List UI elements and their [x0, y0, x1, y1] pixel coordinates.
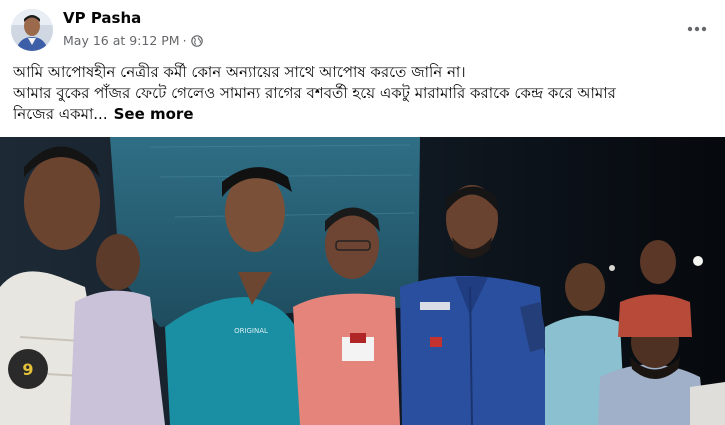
group-photo: 9 ORIGINAL — [0, 137, 725, 425]
see-more-link[interactable]: See more — [114, 105, 194, 123]
post-text-line: নিজের একমা... See more — [13, 104, 718, 125]
author-name[interactable]: VP Pasha — [63, 9, 141, 27]
post-header: VP Pasha May 16 at 9:12 PM · — [0, 0, 725, 56]
post-photo[interactable]: 9 ORIGINAL — [0, 137, 725, 425]
globe-icon[interactable] — [190, 34, 203, 47]
post-text-line: আমার বুকের পাঁজর ফেটে গেলেও সামান্য রাগে… — [13, 84, 616, 102]
post-text: আমি আপোষহীন নেত্রীর কর্মী কোন অন্যায়ের … — [13, 62, 718, 125]
post-text-truncated: নিজের একমা... — [13, 105, 108, 123]
author-avatar[interactable] — [11, 9, 53, 51]
post-timestamp[interactable]: May 16 at 9:12 PM — [63, 33, 180, 48]
more-options-button[interactable] — [680, 12, 714, 46]
meta-separator: · — [182, 33, 187, 48]
shirt-badge-number: 9 — [22, 360, 33, 379]
post-meta: May 16 at 9:12 PM · — [63, 33, 203, 48]
shirt-text: ORIGINAL — [234, 327, 268, 335]
post-text-line: আমি আপোষহীন নেত্রীর কর্মী কোন অন্যায়ের … — [13, 63, 466, 81]
more-horizontal-icon — [687, 26, 707, 32]
avatar-photo — [11, 9, 53, 51]
